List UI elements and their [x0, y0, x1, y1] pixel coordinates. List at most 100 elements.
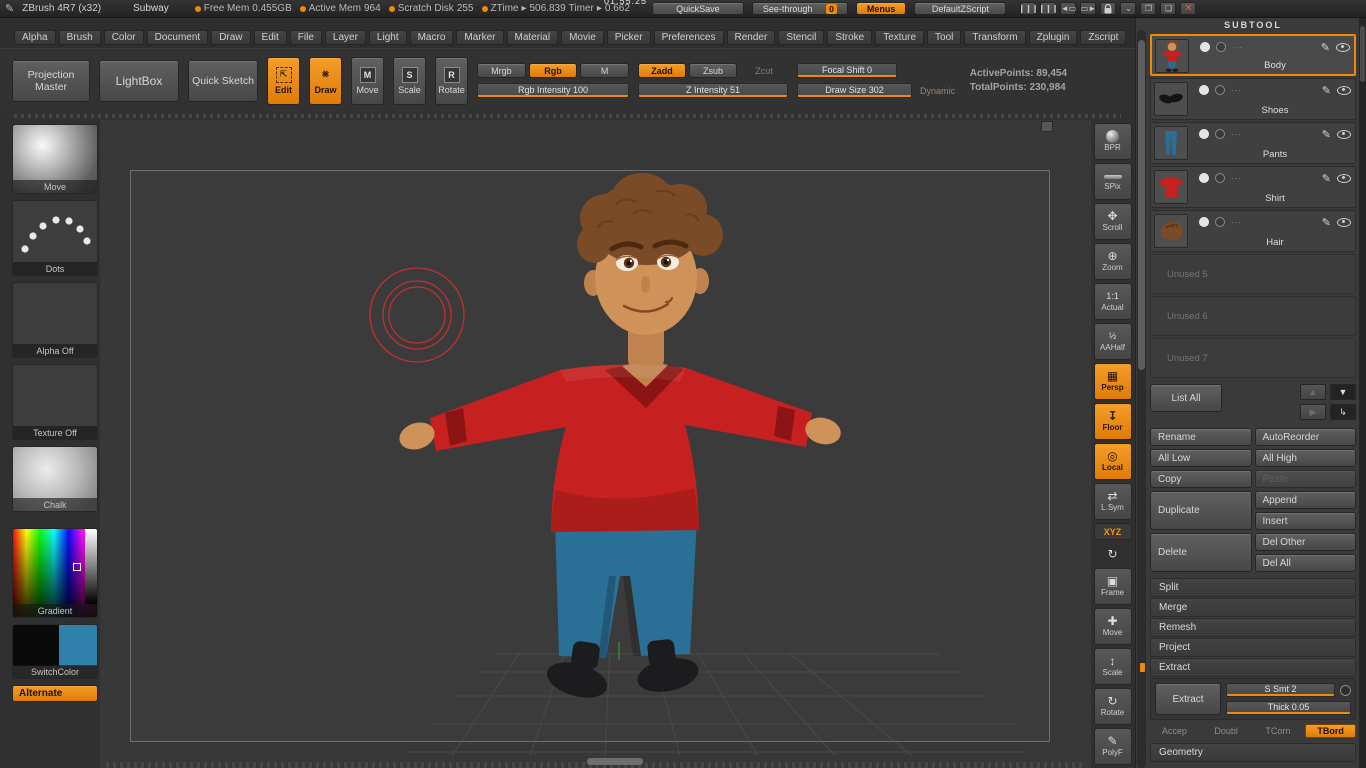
menu-file[interactable]: File	[290, 30, 322, 45]
bpr-button[interactable]: BPR	[1094, 123, 1132, 160]
chevron-down-icon[interactable]: ⌄	[1120, 2, 1136, 15]
m-button[interactable]: M	[580, 63, 629, 78]
persp-button[interactable]: ▦ Persp	[1094, 363, 1132, 400]
window-cascade-icon[interactable]: ❏	[1160, 2, 1176, 15]
tcorn-button[interactable]: TCorn	[1254, 724, 1303, 738]
subtool-item-unused-6[interactable]: Unused 6	[1150, 296, 1356, 336]
tbord-button[interactable]: TBord	[1305, 724, 1356, 738]
render-toggle-icon[interactable]	[1215, 173, 1225, 183]
default-zscript-button[interactable]: DefaultZScript	[914, 2, 1006, 15]
lock-icon[interactable]	[1100, 2, 1116, 15]
menu-preferences[interactable]: Preferences	[654, 30, 724, 45]
list-all-button[interactable]: List All	[1150, 384, 1222, 412]
frame-button[interactable]: ▣ Frame	[1094, 568, 1132, 605]
window-scrollbar[interactable]	[1359, 18, 1366, 768]
zcut-button[interactable]: Zcut	[740, 63, 788, 78]
window-restore-icon[interactable]: ❐	[1140, 2, 1156, 15]
delete-button[interactable]: Delete	[1150, 533, 1252, 572]
render-toggle-icon[interactable]	[1215, 217, 1225, 227]
subtool-item-pants[interactable]: ··· ✎ Pants	[1150, 122, 1356, 164]
secondary-color-swatch[interactable]	[59, 625, 97, 666]
local-button[interactable]: ◎ Local	[1094, 443, 1132, 480]
autoreorder-button[interactable]: AutoReorder	[1255, 428, 1357, 446]
quicksave-button[interactable]: QuickSave	[652, 2, 744, 15]
scroll-button[interactable]: ✥ Scroll	[1094, 203, 1132, 240]
smooth-toggle-icon[interactable]	[1340, 685, 1351, 696]
section-geometry[interactable]: Geometry	[1150, 743, 1356, 762]
del-other-button[interactable]: Del Other	[1255, 533, 1357, 551]
visibility-toggle-icon[interactable]	[1199, 217, 1209, 227]
canvas-corner-widget[interactable]	[1041, 121, 1053, 132]
doc-move-button[interactable]: ✚ Move	[1094, 608, 1132, 645]
quick-sketch-button[interactable]: Quick Sketch	[188, 60, 258, 102]
material-selector[interactable]: Chalk	[12, 446, 98, 512]
stroke-selector[interactable]: Dots	[12, 200, 98, 276]
doc-rotate-button[interactable]: ↻ Rotate	[1094, 688, 1132, 725]
window-scroll-thumb[interactable]	[1360, 26, 1365, 82]
switch-color-widget[interactable]: SwitchColor	[12, 624, 98, 679]
canvas[interactable]	[100, 120, 1091, 768]
floor-button[interactable]: ↧ Floor	[1094, 403, 1132, 440]
section-extract[interactable]: Extract	[1150, 658, 1356, 677]
menu-material[interactable]: Material	[507, 30, 559, 45]
eye-icon[interactable]	[1337, 218, 1351, 227]
subtool-item-unused-7[interactable]: Unused 7	[1150, 338, 1356, 378]
polypaint-pen-icon[interactable]: ✎	[1322, 216, 1331, 229]
brush-selector[interactable]: Move	[12, 124, 98, 194]
right-tray-icon[interactable]: ❙❙❙	[1040, 2, 1056, 15]
doc-scale-button[interactable]: ↕ Scale	[1094, 648, 1132, 685]
panel-title[interactable]: SubTool	[1150, 20, 1356, 34]
insert-below-icon[interactable]: ↳	[1330, 404, 1356, 420]
menu-brush[interactable]: Brush	[59, 30, 101, 45]
menu-movie[interactable]: Movie	[561, 30, 604, 45]
eye-icon[interactable]	[1337, 174, 1351, 183]
append-button[interactable]: Append	[1255, 491, 1357, 509]
subtool-item-shoes[interactable]: ··· ✎ Shoes	[1150, 78, 1356, 120]
alternate-button[interactable]: Alternate	[12, 685, 98, 702]
menus-button[interactable]: Menus	[856, 2, 907, 15]
menu-texture[interactable]: Texture	[875, 30, 924, 45]
doc-shift-right-icon[interactable]: ▭►	[1080, 2, 1096, 15]
doc-shift-left-icon[interactable]: ◄▭	[1060, 2, 1076, 15]
menu-macro[interactable]: Macro	[410, 30, 454, 45]
all-high-button[interactable]: All High	[1255, 449, 1357, 467]
gyro-button[interactable]: ↻	[1094, 543, 1132, 565]
canvas-h-scrollbar[interactable]	[587, 758, 643, 765]
extract-button[interactable]: Extract	[1155, 683, 1221, 715]
menu-marker[interactable]: Marker	[456, 30, 503, 45]
subtool-item-shirt[interactable]: ··· ✎ Shirt	[1150, 166, 1356, 208]
draw-size-slider[interactable]: Draw Size 302	[797, 83, 912, 98]
eye-icon[interactable]	[1337, 86, 1351, 95]
del-all-button[interactable]: Del All	[1255, 554, 1357, 572]
visibility-toggle-icon[interactable]	[1200, 42, 1210, 52]
menu-draw[interactable]: Draw	[211, 30, 250, 45]
render-toggle-icon[interactable]	[1215, 129, 1225, 139]
dynamic-label[interactable]: Dynamic	[920, 86, 955, 96]
render-toggle-icon[interactable]	[1215, 85, 1225, 95]
lightbox-button[interactable]: LightBox	[99, 60, 179, 102]
eye-icon[interactable]	[1337, 130, 1351, 139]
zadd-button[interactable]: Zadd	[638, 63, 686, 78]
shift-right-icon[interactable]: ▶	[1300, 404, 1326, 420]
menu-edit[interactable]: Edit	[254, 30, 287, 45]
close-icon[interactable]: ✕	[1180, 2, 1196, 15]
duplicate-button[interactable]: Duplicate	[1150, 491, 1252, 530]
draw-button[interactable]: ⨳ Draw	[309, 57, 342, 105]
move-button[interactable]: M Move	[351, 57, 384, 105]
copy-button[interactable]: Copy	[1150, 470, 1252, 488]
menu-light[interactable]: Light	[369, 30, 407, 45]
menu-transform[interactable]: Transform	[964, 30, 1025, 45]
projection-master-button[interactable]: Projection Master	[12, 60, 90, 102]
subtool-item-body[interactable]: ··· ✎ Body	[1150, 34, 1356, 76]
edit-button[interactable]: ⇱ Edit	[267, 57, 300, 105]
paste-button[interactable]: Paste	[1255, 470, 1357, 488]
viewport-3d[interactable]	[100, 120, 1091, 768]
actual-button[interactable]: 1:1 Actual	[1094, 283, 1132, 320]
accept-button[interactable]: Accep	[1150, 724, 1199, 738]
visibility-toggle-icon[interactable]	[1199, 173, 1209, 183]
rotate-button[interactable]: R Rotate	[435, 57, 468, 105]
grayscale-bar[interactable]	[85, 529, 97, 604]
menu-alpha[interactable]: Alpha	[14, 30, 56, 45]
z-intensity-slider[interactable]: Z Intensity 51	[638, 83, 788, 98]
subtool-item-unused-5[interactable]: Unused 5	[1150, 254, 1356, 294]
